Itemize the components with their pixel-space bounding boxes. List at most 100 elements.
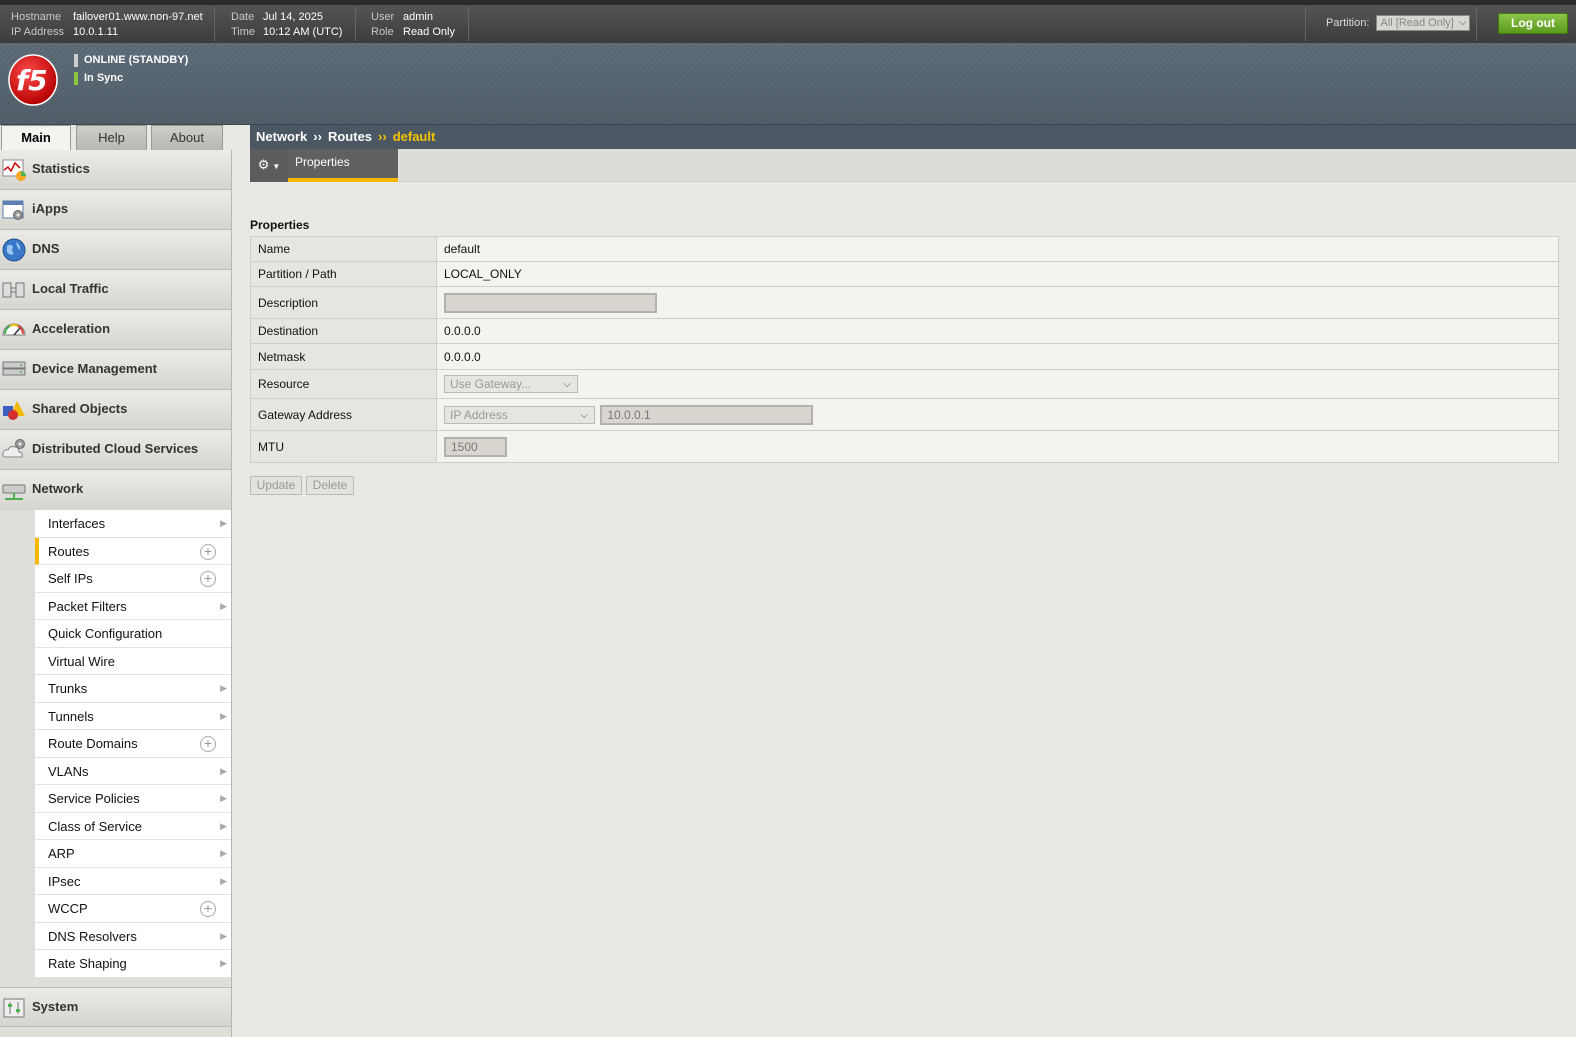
- chevron-right-icon: ▶: [220, 518, 227, 528]
- sidebar-item-vlans[interactable]: VLANs ▶: [35, 757, 231, 785]
- sidebar-item-label: Route Domains: [48, 736, 138, 751]
- breadcrumb-separator: ››: [378, 129, 387, 144]
- chevron-right-icon: ▶: [220, 765, 227, 776]
- sidebar-item-label: Tunnels: [48, 708, 94, 724]
- sidebar-item-rate-shaping[interactable]: Rate Shaping ▶: [35, 950, 231, 978]
- sidebar-item-tunnels[interactable]: Tunnels ▶: [35, 702, 231, 730]
- sidebar-item-packet-filters[interactable]: Packet Filters ▶: [35, 592, 231, 620]
- gateway-type-select[interactable]: IP Address ⌵: [444, 405, 595, 424]
- sidebar-item-label: System: [32, 998, 79, 1014]
- sidebar-item-network[interactable]: Network: [0, 470, 231, 510]
- sidebar: Statistics iApps DNS Local Traffic Accel…: [0, 150, 232, 1037]
- gateway-address-field[interactable]: 10.0.0.1: [600, 404, 814, 425]
- tab-about[interactable]: About: [151, 125, 223, 150]
- header-divider: [355, 7, 356, 41]
- sidebar-item-label: WCCP: [48, 901, 88, 916]
- gear-icon: ⚙: [257, 157, 270, 172]
- sidebar-item-wccp[interactable]: WCCP +: [35, 895, 231, 923]
- mtu-field[interactable]: 1500: [444, 436, 507, 457]
- sidebar-item-label: Device Management: [32, 361, 157, 376]
- update-button[interactable]: Update: [250, 476, 302, 495]
- tab-properties[interactable]: Properties: [288, 149, 398, 182]
- device-status: ONLINE (STANDBY) In Sync: [74, 52, 188, 88]
- gear-menu-button[interactable]: ⚙ ▼: [250, 149, 288, 182]
- globe-icon: [2, 238, 26, 262]
- mtu-label: MTU: [250, 430, 437, 463]
- sidebar-item-label: Self IPs: [48, 571, 93, 586]
- sidebar-item-virtual-wire[interactable]: Virtual Wire: [35, 647, 231, 675]
- sidebar-item-class-of-service[interactable]: Class of Service ▶: [35, 812, 231, 840]
- hostname-value: failover01.www.non-97.net: [73, 11, 203, 23]
- plus-icon[interactable]: +: [200, 736, 216, 752]
- tab-main[interactable]: Main: [1, 125, 71, 150]
- sidebar-item-dns-resolvers[interactable]: DNS Resolvers ▶: [35, 922, 231, 950]
- sidebar-item-interfaces[interactable]: Interfaces ▶: [35, 510, 231, 538]
- sidebar-item-shared-objects[interactable]: Shared Objects: [0, 390, 231, 430]
- chevron-down-icon: ⌵: [563, 379, 571, 390]
- sidebar-item-label: ARP: [48, 846, 75, 861]
- table-row: Partition / Path LOCAL_ONLY: [250, 261, 1559, 287]
- resource-select[interactable]: Use Gateway... ⌵: [444, 375, 578, 393]
- chevron-right-icon: ▶: [220, 820, 227, 831]
- logout-button[interactable]: Log out: [1498, 13, 1568, 34]
- partition-path-label: Partition / Path: [250, 261, 437, 287]
- sidebar-item-label: Quick Configuration: [48, 626, 163, 641]
- delete-button[interactable]: Delete: [306, 476, 354, 495]
- sidebar-item-system[interactable]: System: [0, 986, 231, 1027]
- user-label: User: [371, 11, 395, 23]
- gateway-type-value: IP Address: [450, 407, 508, 422]
- sidebar-item-trunks[interactable]: Trunks ▶: [35, 675, 231, 703]
- sidebar-item-dns[interactable]: DNS: [0, 230, 231, 270]
- sidebar-item-label: Network: [32, 481, 84, 496]
- sidebar-item-arp[interactable]: ARP ▶: [35, 840, 231, 868]
- sidebar-item-acceleration[interactable]: Acceleration: [0, 310, 231, 350]
- plus-icon[interactable]: +: [200, 571, 216, 587]
- sidebar-item-local-traffic[interactable]: Local Traffic: [0, 270, 231, 310]
- online-indicator-bar: [74, 54, 78, 67]
- ip-label: IP Address: [11, 26, 64, 38]
- table-row: Destination 0.0.0.0: [250, 318, 1559, 344]
- sidebar-item-iapps[interactable]: iApps: [0, 190, 231, 230]
- partition-select[interactable]: All [Read Only] ⌵: [1376, 15, 1471, 31]
- table-row: Name default: [250, 236, 1559, 262]
- breadcrumb-routes[interactable]: Routes: [328, 129, 372, 144]
- sidebar-item-label: VLANs: [48, 763, 89, 779]
- sidebar-item-route-domains[interactable]: Route Domains +: [35, 730, 231, 758]
- netmask-value: 0.0.0.0: [436, 343, 1559, 370]
- sync-status[interactable]: In Sync: [74, 70, 188, 88]
- user-info: User admin Role Read Only: [371, 10, 455, 40]
- network-submenu: Interfaces ▶ Routes + Self IPs + Packet Fil…: [35, 510, 231, 978]
- table-row: MTU 1500: [250, 430, 1559, 463]
- sidebar-item-self-ips[interactable]: Self IPs +: [35, 565, 231, 593]
- description-label: Description: [250, 286, 437, 319]
- resource-select-value: Use Gateway...: [450, 377, 532, 391]
- sidebar-item-routes[interactable]: Routes +: [35, 537, 231, 565]
- sidebar-item-label: Local Traffic: [32, 281, 109, 296]
- sidebar-item-device-management[interactable]: Device Management: [0, 350, 231, 390]
- svg-text:f5: f5: [16, 64, 48, 97]
- sidebar-item-quick-configuration[interactable]: Quick Configuration: [35, 620, 231, 648]
- plus-icon[interactable]: +: [200, 543, 216, 560]
- local-traffic-icon: [2, 282, 25, 298]
- breadcrumb-network[interactable]: Network: [256, 129, 307, 144]
- name-label: Name: [250, 236, 437, 262]
- date-label: Date: [231, 11, 255, 23]
- f5-logo-icon[interactable]: f5: [8, 54, 58, 106]
- sidebar-item-label: Virtual Wire: [48, 653, 115, 669]
- sidebar-item-distributed-cloud[interactable]: Distributed Cloud Services: [0, 430, 231, 470]
- sidebar-item-label: iApps: [32, 201, 69, 216]
- plus-icon[interactable]: +: [200, 901, 216, 917]
- sidebar-item-label: Statistics: [32, 161, 90, 176]
- sidebar-item-ipsec[interactable]: IPsec ▶: [35, 867, 231, 895]
- breadcrumb-current: default: [392, 129, 436, 144]
- sidebar-item-label: IPsec: [48, 873, 81, 889]
- online-status: ONLINE (STANDBY): [74, 52, 188, 70]
- destination-value: 0.0.0.0: [436, 318, 1559, 344]
- description-field[interactable]: [444, 292, 657, 313]
- destination-label: Destination: [250, 318, 437, 344]
- name-value: default: [436, 236, 1559, 262]
- time-label: Time: [231, 26, 256, 38]
- sidebar-item-statistics[interactable]: Statistics: [0, 150, 231, 190]
- tab-help[interactable]: Help: [76, 125, 147, 150]
- sidebar-item-service-policies[interactable]: Service Policies ▶: [35, 785, 231, 813]
